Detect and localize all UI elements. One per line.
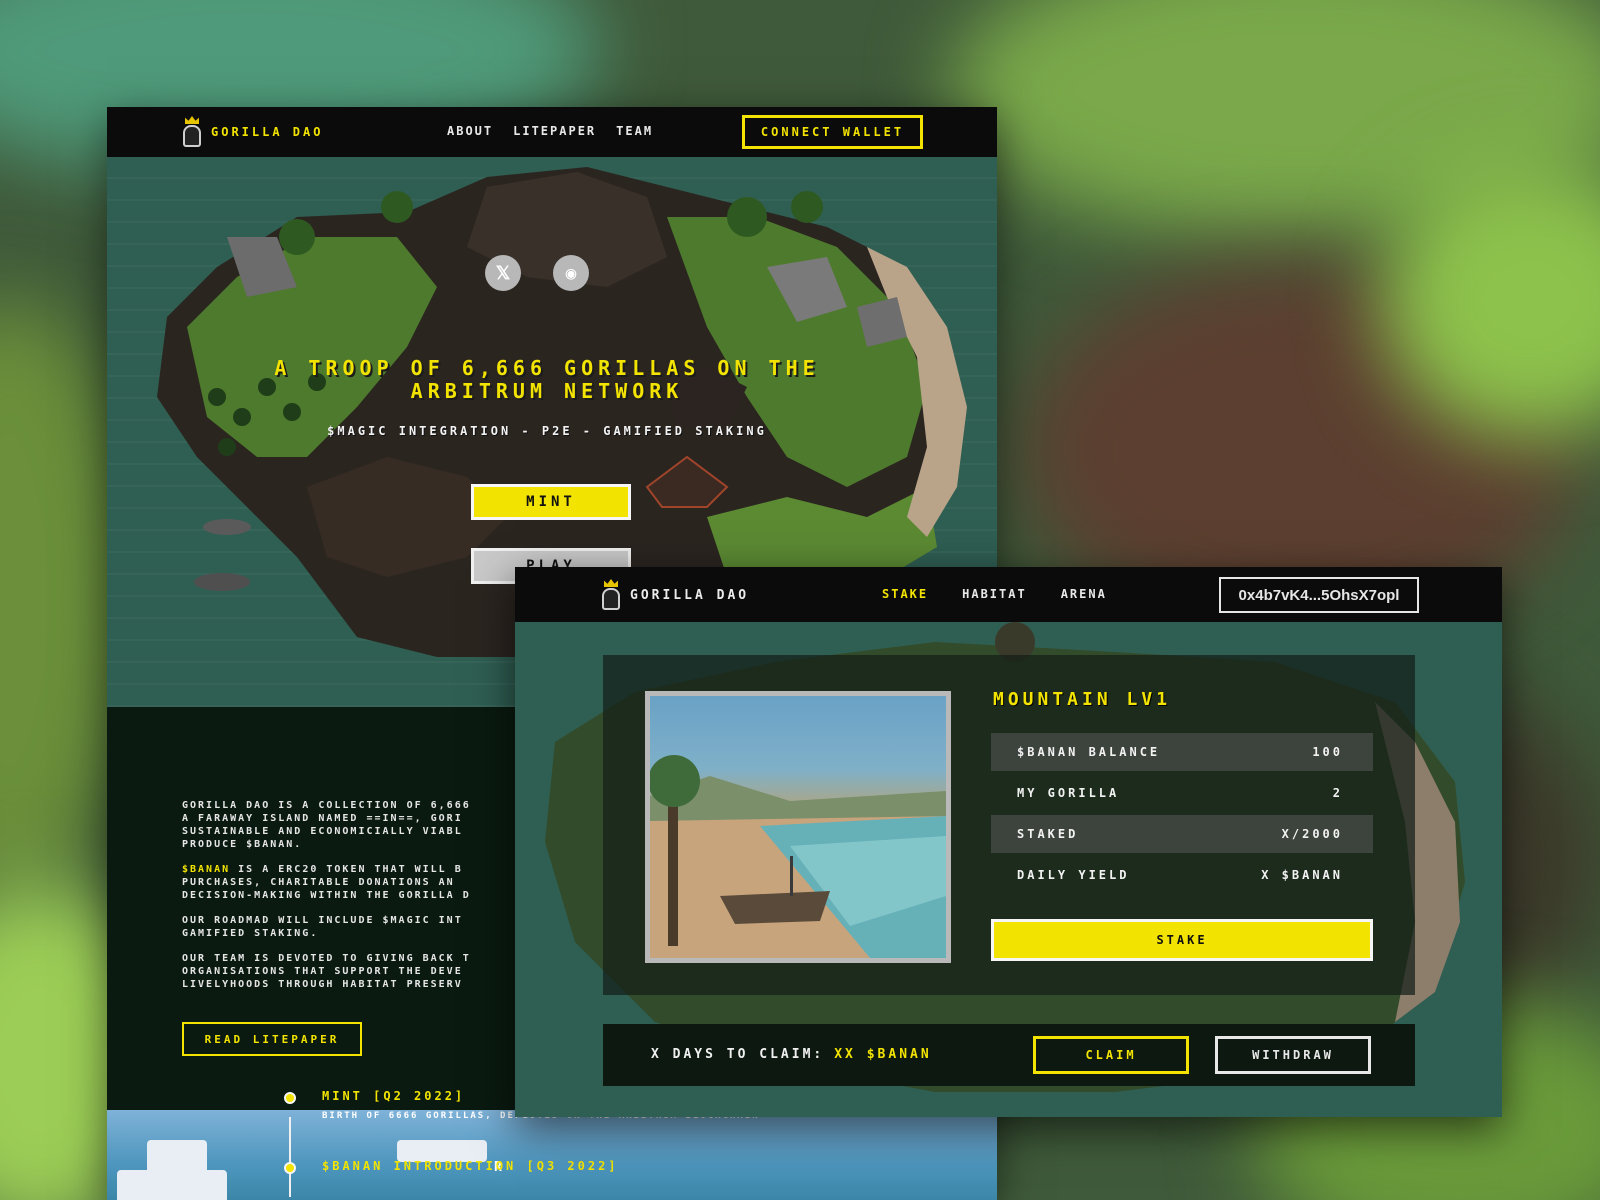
stat-banan-balance: $BANAN BALANCE 100: [991, 733, 1373, 771]
stake-panel: MOUNTAIN LV1 $BANAN BALANCE 100 MY GORIL…: [603, 655, 1415, 995]
claim-prefix: X DAYS TO CLAIM:: [651, 1047, 825, 1062]
about-paragraph-3: OUR ROADMAD WILL INCLUDE $MAGIC INT GAMI…: [182, 915, 463, 939]
roadmap-item-title: $BANAN INTRODUCTION [Q3 2022]: [322, 1159, 619, 1173]
nav-team[interactable]: TEAM: [616, 124, 653, 138]
cloud: [147, 1140, 207, 1180]
connect-wallet-button[interactable]: CONNECT WALLET: [742, 115, 923, 149]
staking-navbar: GORILLA DAO STAKE HABITAT ARENA 0x4b7vK4…: [515, 567, 1502, 622]
staking-nav-links: STAKE HABITAT ARENA: [882, 587, 1107, 601]
claim-amount: XX $BANAN: [834, 1047, 932, 1062]
stat-label: MY GORILLA: [1017, 786, 1120, 800]
nav-litepaper[interactable]: LITEPAPER: [513, 124, 596, 138]
tab-habitat[interactable]: HABITAT: [962, 587, 1027, 601]
stat-value: X $BANAN: [1261, 868, 1343, 882]
landing-navbar: GORILLA DAO ABOUT LITEPAPER TEAM CONNECT…: [107, 107, 997, 157]
withdraw-button[interactable]: WITHDRAW: [1215, 1036, 1371, 1074]
stat-daily-yield: DAILY YIELD X $BANAN: [991, 856, 1373, 894]
about-paragraph-4: OUR TEAM IS DEVOTED TO GIVING BACK T ORG…: [182, 953, 471, 990]
twitter-icon[interactable]: 𝕏: [485, 255, 521, 291]
roadmap-dot: [284, 1092, 296, 1104]
staking-brand: GORILLA DAO: [630, 587, 750, 603]
landing-brand: GORILLA DAO: [211, 125, 324, 139]
land-title: MOUNTAIN LV1: [993, 689, 1172, 710]
mint-button[interactable]: MINT: [471, 484, 631, 520]
gorilla-king-icon: [600, 579, 622, 611]
claim-bar: X DAYS TO CLAIM: XX $BANAN CLAIM WITHDRAW: [603, 1024, 1415, 1086]
staking-logo[interactable]: GORILLA DAO: [600, 579, 749, 611]
stat-label: STAKED: [1017, 827, 1079, 841]
stat-value: 100: [1312, 745, 1343, 759]
banan-highlight: $BANAN: [182, 864, 231, 875]
stat-my-gorilla: MY GORILLA 2: [991, 774, 1373, 812]
roadmap-item-title: MINT [Q2 2022]: [322, 1089, 466, 1103]
roadmap-section: R: [107, 1110, 997, 1200]
claim-button[interactable]: CLAIM: [1033, 1036, 1189, 1074]
landing-nav-links: ABOUT LITEPAPER TEAM: [447, 124, 653, 138]
land-image: [645, 691, 951, 963]
beach-illustration: [650, 755, 946, 958]
staking-page-window: GORILLA DAO STAKE HABITAT ARENA 0x4b7vK4…: [515, 567, 1502, 1117]
gorilla-king-icon: [181, 116, 203, 148]
stat-label: $BANAN BALANCE: [1017, 745, 1161, 759]
stat-value: X/2000: [1281, 827, 1343, 841]
stat-value: 2: [1332, 786, 1343, 800]
claim-countdown: X DAYS TO CLAIM: XX $BANAN: [651, 1047, 932, 1062]
wallet-address-button[interactable]: 0x4b7vK4...5OhsX7opl: [1219, 577, 1419, 613]
tab-stake[interactable]: STAKE: [882, 587, 928, 601]
tab-arena[interactable]: ARENA: [1061, 587, 1107, 601]
about-paragraph-2: $BANAN IS A ERC20 TOKEN THAT WILL B PURC…: [182, 864, 471, 901]
stat-label: DAILY YIELD: [1017, 868, 1130, 882]
hero-title: A TROOP OF 6,666 GORILLAS ON THE ARBITRU…: [274, 356, 820, 403]
nav-about[interactable]: ABOUT: [447, 124, 493, 138]
stake-button[interactable]: STAKE: [991, 919, 1373, 961]
read-litepaper-button[interactable]: READ LITEPAPER: [182, 1022, 362, 1056]
stat-staked: STAKED X/2000: [991, 815, 1373, 853]
landing-logo[interactable]: GORILLA DAO: [181, 116, 323, 148]
hero-subtitle: $MAGIC INTEGRATION - P2E - GAMIFIED STAK…: [327, 424, 767, 438]
roadmap-dot: [284, 1162, 296, 1174]
about-text: GORILLA DAO IS A COLLECTION OF 6,666 A F…: [182, 799, 512, 1003]
discord-icon[interactable]: ◉: [553, 255, 589, 291]
roadmap-timeline: [289, 1117, 291, 1197]
about-paragraph-1: GORILLA DAO IS A COLLECTION OF 6,666 A F…: [182, 800, 471, 850]
